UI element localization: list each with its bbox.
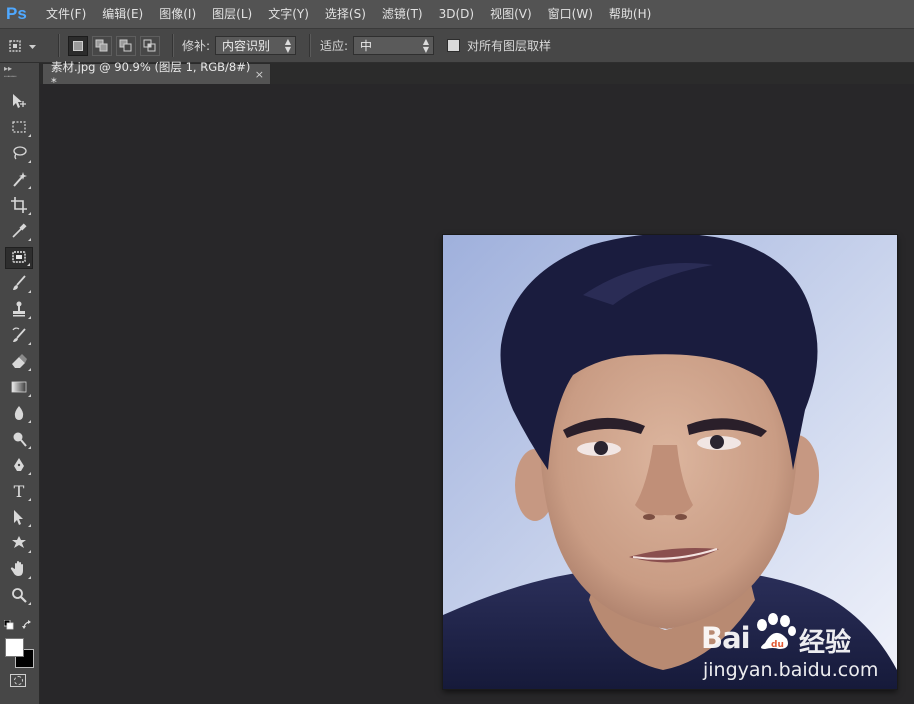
history-brush-tool-icon [10,326,28,347]
menu-view[interactable]: 视图(V) [482,0,540,28]
close-icon[interactable]: × [255,68,264,81]
clone-stamp-tool[interactable] [5,299,33,321]
hand-tool-icon [10,560,28,581]
chevron-down-icon [29,39,36,53]
magic-wand-tool[interactable] [5,169,33,191]
zoom-tool[interactable] [5,585,33,607]
patch-mode-control: 修补: 内容识别 ▲ ▼ [182,29,297,62]
move-tool-icon [10,92,28,113]
lasso-tool-icon [10,144,28,165]
menu-layer[interactable]: 图层(L) [204,0,260,28]
eraser-tool-icon [10,352,28,373]
eyedropper-tool-icon [10,222,28,243]
eyedropper-tool[interactable] [5,221,33,243]
menu-type[interactable]: 文字(Y) [260,0,317,28]
menu-filter[interactable]: 滤镜(T) [374,0,431,28]
add-to-selection-button[interactable] [92,35,112,56]
hand-tool[interactable] [5,559,33,581]
select-arrows-icon: ▲ ▼ [284,37,292,54]
blur-tool-icon [10,404,28,425]
new-selection-button[interactable] [68,35,88,56]
zoom-tool-icon [10,586,28,607]
menu-3d[interactable]: 3D(D) [431,0,482,28]
swap-colors-icon[interactable] [22,619,32,633]
options-bar: 修补: 内容识别 ▲ ▼ 适应: 中 ▲ ▼ 对所有图层取样 [0,29,914,63]
type-tool[interactable]: T [5,481,33,503]
default-colors-icon[interactable] [3,619,14,633]
patch-label: 修补: [182,39,211,53]
menu-items: 文件(F) 编辑(E) 图像(I) 图层(L) 文字(Y) 选择(S) 滤镜(T… [38,0,659,28]
canvas-area[interactable]: Bai du 经验 jingyan.baidu.com [40,84,914,704]
lasso-tool[interactable] [5,143,33,165]
color-controls [3,619,34,633]
gradient-tool[interactable] [5,377,33,399]
collapse-icon[interactable]: ▸▸ ┈┈┈ [4,65,34,81]
dodge-tool[interactable] [5,429,33,451]
patch-tool-icon [6,37,26,55]
adapt-select[interactable]: 中 ▲ ▼ [353,36,435,55]
magic-wand-tool-icon [10,170,28,191]
crop-tool-icon [10,196,28,217]
menu-image[interactable]: 图像(I) [151,0,204,28]
menu-file[interactable]: 文件(F) [38,0,94,28]
document-image[interactable]: Bai du 经验 jingyan.baidu.com [443,235,897,689]
watermark-logo-text: Bai [701,621,751,655]
watermark-brand-text: 经验 [799,628,852,658]
type-tool-icon: T [13,482,25,501]
blur-tool[interactable] [5,403,33,425]
path-selection-tool[interactable] [5,507,33,529]
menu-select[interactable]: 选择(S) [317,0,374,28]
clone-stamp-tool-icon [10,300,28,321]
brush-tool[interactable] [5,273,33,295]
menu-bar: Ps 文件(F) 编辑(E) 图像(I) 图层(L) 文字(Y) 选择(S) 滤… [0,0,914,29]
select-arrows-icon: ▲ ▼ [422,37,430,54]
dodge-tool-icon [10,430,28,451]
custom-shape-tool-icon [10,534,28,555]
tool-preset-picker[interactable] [6,29,36,62]
pen-tool-icon [10,456,28,477]
brush-tool-icon [10,274,28,295]
foreground-color-swatch[interactable] [5,638,24,657]
crop-tool[interactable] [5,195,33,217]
adapt-value: 中 [360,39,373,53]
document-tab[interactable]: 素材.jpg @ 90.9% (图层 1, RGB/8#) * × [42,60,271,89]
history-brush-tool[interactable] [5,325,33,347]
baidu-jingyan-watermark: Bai du 经验 jingyan.baidu.com [701,601,897,681]
quick-mask-button[interactable] [10,674,26,687]
custom-shape-tool[interactable] [5,533,33,555]
paw-icon: du [753,613,797,651]
toolbox: ▸▸ ┈┈┈ T [0,63,40,704]
intersect-selection-button[interactable] [140,35,160,56]
patch-tool[interactable] [5,247,33,269]
menu-window[interactable]: 窗口(W) [540,0,601,28]
eraser-tool[interactable] [5,351,33,373]
photoshop-logo: Ps [6,4,27,23]
patch-mode-value: 内容识别 [222,39,271,53]
menu-edit[interactable]: 编辑(E) [94,0,151,28]
adapt-label: 适应: [320,39,349,53]
menu-help[interactable]: 帮助(H) [601,0,659,28]
patch-tool-icon [10,248,28,269]
adapt-control: 适应: 中 ▲ ▼ [320,29,435,62]
patch-mode-select[interactable]: 内容识别 ▲ ▼ [215,36,297,55]
sample-all-layers-option[interactable]: 对所有图层取样 [447,29,551,62]
quick-mask-icon [13,676,23,685]
gradient-tool-icon [10,378,28,399]
marquee-tool[interactable] [5,117,33,139]
pen-tool[interactable] [5,455,33,477]
selection-mode-group [68,29,164,62]
marquee-tool-icon [10,118,28,139]
path-selection-tool-icon [10,508,28,529]
subtract-from-selection-button[interactable] [116,35,136,56]
move-tool[interactable] [5,91,33,113]
svg-text:du: du [771,640,784,650]
watermark-url: jingyan.baidu.com [703,659,879,681]
sample-all-layers-checkbox[interactable] [447,39,460,52]
document-tab-bar: 素材.jpg @ 90.9% (图层 1, RGB/8#) * × [40,60,914,89]
sample-all-layers-label: 对所有图层取样 [467,39,552,53]
